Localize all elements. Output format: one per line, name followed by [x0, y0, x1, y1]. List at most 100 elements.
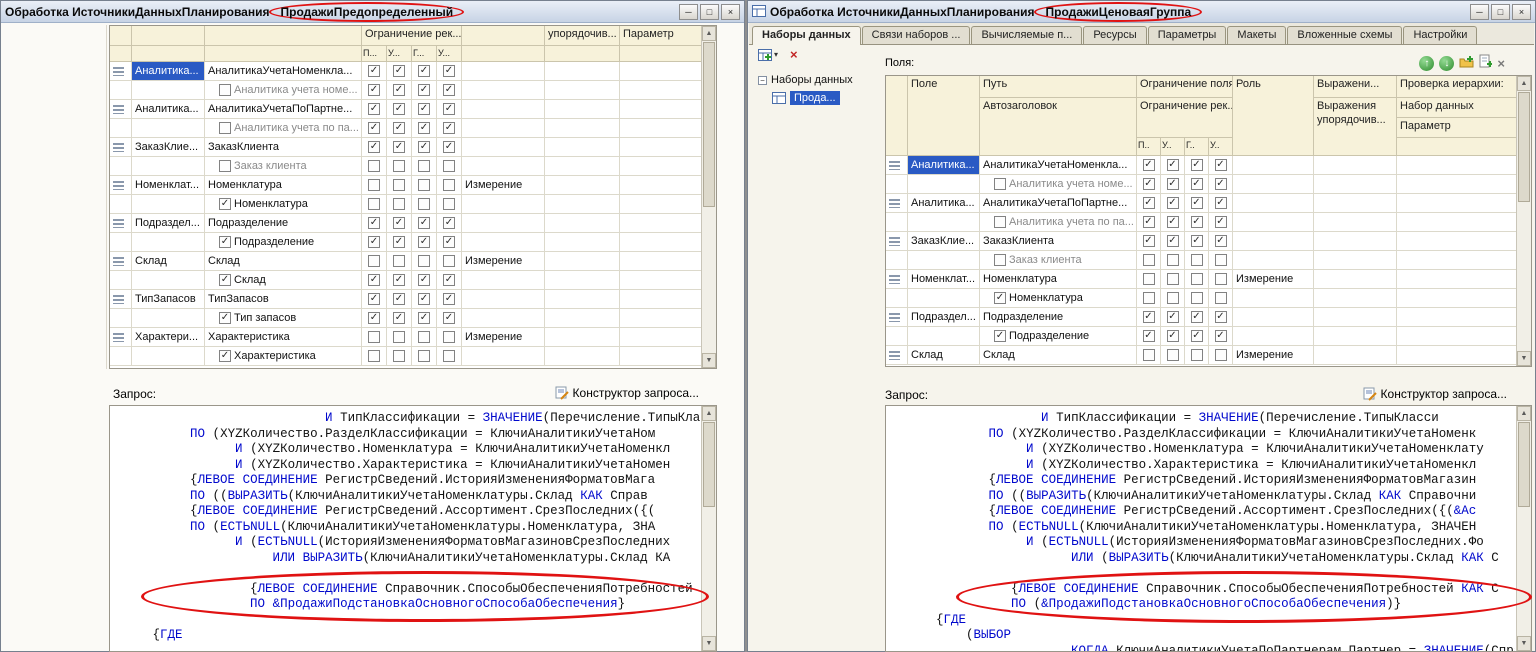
field-row[interactable]: Аналитика...АналитикаУчетаНоменкла...✓✓✓… [886, 156, 1516, 175]
restriction-checkbox[interactable] [1143, 349, 1155, 361]
restriction-checkbox[interactable]: ✓ [1143, 197, 1155, 209]
query-builder-link[interactable]: Конструктор запроса... [555, 386, 699, 400]
field-row[interactable]: Аналитика учета номе...✓✓✓✓ [110, 81, 701, 100]
restriction-checkbox[interactable] [368, 198, 380, 210]
restriction-checkbox[interactable] [368, 350, 380, 362]
restriction-checkbox[interactable] [368, 255, 380, 267]
restriction-checkbox[interactable]: ✓ [1143, 235, 1155, 247]
restriction-checkbox[interactable]: ✓ [393, 236, 405, 248]
restriction-checkbox[interactable] [393, 255, 405, 267]
restriction-checkbox[interactable]: ✓ [443, 274, 455, 286]
restriction-checkbox[interactable]: ✓ [443, 312, 455, 324]
use-field-checkbox[interactable] [994, 254, 1006, 266]
restriction-checkbox[interactable] [1167, 292, 1179, 304]
field-row[interactable]: Подраздел...Подразделение✓✓✓✓ [110, 214, 701, 233]
tab-3[interactable]: Вычисляемые п... [971, 26, 1082, 44]
restriction-checkbox[interactable] [1167, 349, 1179, 361]
restriction-checkbox[interactable] [1143, 254, 1155, 266]
tree-item-dataset[interactable]: Прода... [758, 89, 880, 107]
maximize-button[interactable]: □ [700, 4, 719, 20]
add-field-icon[interactable] [1479, 54, 1492, 73]
restriction-checkbox[interactable]: ✓ [1215, 330, 1227, 342]
restriction-checkbox[interactable]: ✓ [418, 293, 430, 305]
field-row[interactable]: СкладСкладИзмерение [110, 252, 701, 271]
restriction-checkbox[interactable]: ✓ [1215, 216, 1227, 228]
scroll-down-icon[interactable]: ▼ [702, 636, 716, 651]
restriction-checkbox[interactable]: ✓ [1143, 311, 1155, 323]
scroll-down-icon[interactable]: ▼ [702, 353, 716, 368]
field-row[interactable]: ✓Тип запасов✓✓✓✓ [110, 309, 701, 328]
restriction-checkbox[interactable] [443, 198, 455, 210]
scrollbar-thumb[interactable] [703, 42, 715, 207]
query-scrollbar[interactable]: ▲ ▼ [701, 406, 716, 651]
maximize-button[interactable]: □ [1491, 4, 1510, 20]
restriction-checkbox[interactable]: ✓ [368, 122, 380, 134]
field-row[interactable]: ТипЗапасовТипЗапасов✓✓✓✓ [110, 290, 701, 309]
left-titlebar[interactable]: Обработка ИсточникиДанныхПланирования Пр… [1, 1, 744, 23]
field-row[interactable]: Заказ клиента [886, 251, 1516, 270]
restriction-checkbox[interactable]: ✓ [418, 312, 430, 324]
restriction-checkbox[interactable]: ✓ [418, 103, 430, 115]
restriction-checkbox[interactable] [418, 255, 430, 267]
restriction-checkbox[interactable] [1167, 273, 1179, 285]
restriction-checkbox[interactable] [1191, 349, 1203, 361]
use-field-checkbox[interactable]: ✓ [994, 292, 1006, 304]
field-row[interactable]: Характери...ХарактеристикаИзмерение [110, 328, 701, 347]
restriction-checkbox[interactable]: ✓ [1215, 311, 1227, 323]
restriction-checkbox[interactable]: ✓ [418, 122, 430, 134]
field-row[interactable]: ЗаказКлие...ЗаказКлиента✓✓✓✓ [110, 138, 701, 157]
restriction-checkbox[interactable] [1215, 254, 1227, 266]
restriction-checkbox[interactable] [418, 179, 430, 191]
restriction-checkbox[interactable]: ✓ [393, 65, 405, 77]
restriction-checkbox[interactable]: ✓ [393, 217, 405, 229]
restriction-checkbox[interactable]: ✓ [368, 293, 380, 305]
field-row[interactable]: Аналитика...АналитикаУчетаПоПартне...✓✓✓… [110, 100, 701, 119]
use-field-checkbox[interactable]: ✓ [219, 350, 231, 362]
restriction-checkbox[interactable] [443, 255, 455, 267]
field-row[interactable]: ✓Характеристика [110, 347, 701, 366]
restriction-checkbox[interactable] [443, 350, 455, 362]
scroll-up-icon[interactable]: ▲ [1517, 406, 1531, 421]
restriction-checkbox[interactable]: ✓ [1143, 330, 1155, 342]
scrollbar-thumb[interactable] [1518, 92, 1530, 202]
restriction-checkbox[interactable] [1191, 254, 1203, 266]
restriction-checkbox[interactable]: ✓ [418, 236, 430, 248]
tab-2[interactable]: Связи наборов ... [862, 26, 971, 44]
restriction-checkbox[interactable]: ✓ [443, 84, 455, 96]
tree-expander-icon[interactable]: − [758, 76, 767, 85]
use-field-checkbox[interactable]: ✓ [219, 198, 231, 210]
restriction-checkbox[interactable] [368, 331, 380, 343]
minimize-button[interactable]: ─ [1470, 4, 1489, 20]
grid-scrollbar[interactable]: ▲ ▼ [701, 26, 716, 368]
tab-5[interactable]: Параметры [1148, 26, 1227, 44]
restriction-checkbox[interactable]: ✓ [1167, 330, 1179, 342]
restriction-checkbox[interactable]: ✓ [1143, 159, 1155, 171]
field-row[interactable]: Подраздел...Подразделение✓✓✓✓ [886, 308, 1516, 327]
restriction-checkbox[interactable]: ✓ [443, 293, 455, 305]
scroll-down-icon[interactable]: ▼ [1517, 351, 1531, 366]
query-text[interactable]: И ТипКлассификации = ЗНАЧЕНИЕ(Перечислен… [115, 411, 700, 651]
scroll-down-icon[interactable]: ▼ [1517, 636, 1531, 651]
panel-splitter[interactable] [106, 25, 107, 369]
tab-4[interactable]: Ресурсы [1083, 26, 1146, 44]
field-row[interactable]: Номенклат...НоменклатураИзмерение [886, 270, 1516, 289]
use-field-checkbox[interactable]: ✓ [219, 236, 231, 248]
restriction-checkbox[interactable] [418, 198, 430, 210]
restriction-checkbox[interactable]: ✓ [1167, 197, 1179, 209]
tab-1[interactable]: Наборы данных [752, 26, 861, 45]
field-row[interactable]: Аналитика учета номе...✓✓✓✓ [886, 175, 1516, 194]
field-row[interactable]: ЗаказКлие...ЗаказКлиента✓✓✓✓ [886, 232, 1516, 251]
move-down-icon[interactable]: ↓ [1439, 56, 1454, 71]
restriction-checkbox[interactable]: ✓ [443, 65, 455, 77]
restriction-checkbox[interactable] [418, 331, 430, 343]
scrollbar-thumb[interactable] [1518, 422, 1530, 507]
right-titlebar[interactable]: Обработка ИсточникиДанныхПланирования Пр… [748, 1, 1535, 23]
restriction-checkbox[interactable] [393, 179, 405, 191]
use-field-checkbox[interactable]: ✓ [219, 312, 231, 324]
tab-6[interactable]: Макеты [1227, 26, 1286, 44]
restriction-checkbox[interactable]: ✓ [418, 217, 430, 229]
field-row[interactable]: Аналитика учета по па...✓✓✓✓ [886, 213, 1516, 232]
use-field-checkbox[interactable]: ✓ [219, 274, 231, 286]
restriction-checkbox[interactable]: ✓ [1167, 311, 1179, 323]
field-row[interactable]: СкладСкладИзмерение [886, 346, 1516, 365]
